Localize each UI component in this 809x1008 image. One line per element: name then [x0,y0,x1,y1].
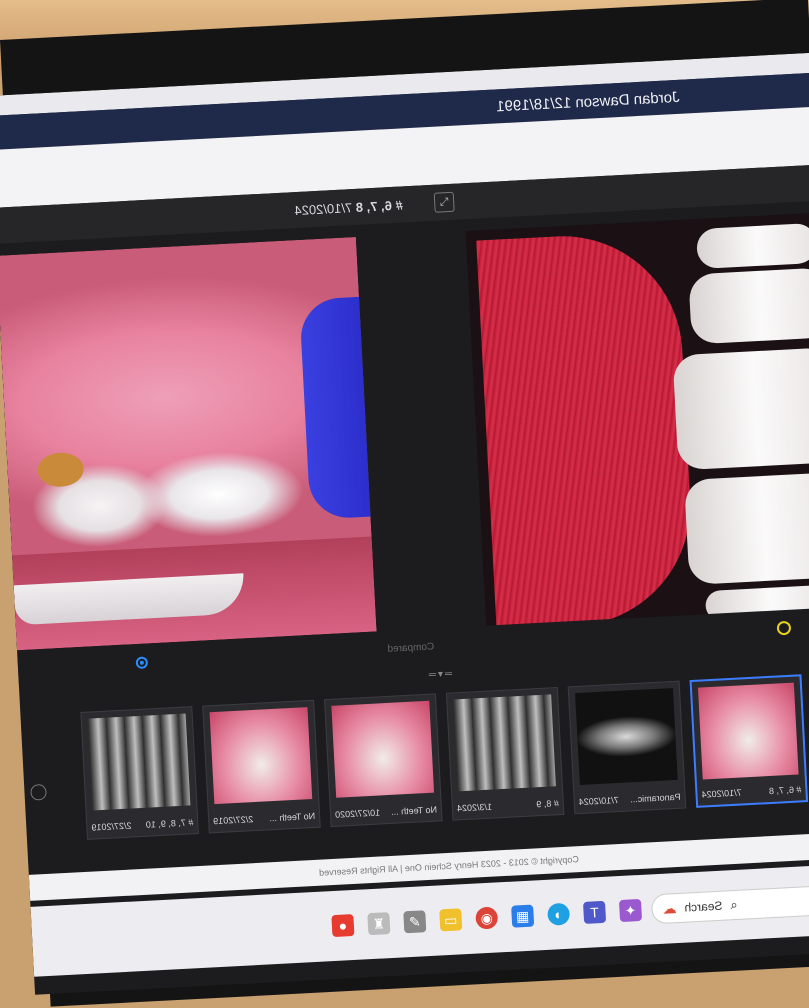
edge-icon[interactable]: ◐ [547,902,571,926]
thumbnail-strip: # 7, 8, 9, 10 2/27/2019 No Teeth ... 2/2… [80,671,809,852]
thumbnail[interactable]: # 7, 8, 9, 10 2/27/2019 [80,706,199,840]
copilot-icon[interactable]: ✦ [618,898,643,923]
thumbnail-label: No Teeth ... [390,804,438,817]
patient-name[interactable]: Jordan Dawson 12/18/1991 [495,88,679,115]
thumbnail-date: 7/10/2024 [578,794,620,808]
thumbnail-image [453,694,556,792]
retractor-tool [299,296,377,520]
taskbar-icons: ● ♜ ✎ ▭ ◉ ▦ ◐ T ✦ [331,898,643,938]
tooth [688,267,809,345]
calendar-icon[interactable]: ▦ [511,904,535,928]
compared-label: Compared [387,641,435,655]
compare-teeth: # 6, 7, 8 [355,196,404,215]
search-highlight-icon: ☁ [662,899,677,917]
tooth [684,471,809,585]
taskbar-search[interactable]: ☁ Search ⌕ [650,884,809,925]
thumbnail-date: 2/27/2019 [213,814,254,827]
compare-date: 7/10/2024 [294,199,353,218]
thumbnail[interactable]: # 8, 9 1/3/2024 [445,686,565,821]
thumbnail-label: # 6, 7, 8 [768,784,802,797]
thumbnail-image [575,687,678,785]
copyright-text: Copyright © 2013 - 2023 Henry Schein One… [318,854,580,878]
pen-icon[interactable]: ✎ [403,910,427,934]
settings-icon[interactable] [30,783,47,801]
thumbnail-image [209,707,313,805]
thumbnail[interactable]: No Teeth ... 2/27/2019 [202,699,321,834]
thumbnail-date: 7/10/2024 [701,787,742,800]
thumbnail-label: # 8, 9 [536,798,560,810]
image-viewer-right[interactable] [465,211,809,626]
expand-icon[interactable]: ⤢ [433,191,455,213]
thumbnail[interactable]: No Teeth ... 10/27/2020 [324,693,443,828]
search-icon: ⌕ [729,896,739,913]
folder-icon[interactable]: ▭ [439,908,463,932]
app-icon-red[interactable]: ● [331,914,355,938]
thumbnail-label: Panoramic... [629,791,681,805]
compare-title: # 6, 7, 8 7/10/2024 [294,197,403,218]
tooth [672,347,809,471]
thumbnail-date: 1/3/2024 [456,801,493,814]
thumbnail[interactable]: Panoramic... 7/10/2024 [567,680,687,815]
thumbnail-image [87,713,191,811]
tooth [695,222,809,270]
thumbnail-label: No Teeth ... [269,810,316,824]
teams-icon[interactable]: T [582,900,607,924]
thumbnail-label: # 7, 8, 9, 10 [145,817,194,830]
thumbnail-selected[interactable]: # 6, 7, 8 7/10/2024 [689,674,809,808]
tooth-app-icon[interactable]: ♜ [367,912,391,936]
search-input[interactable]: Search [684,899,723,915]
thumbnail-date: 10/27/2020 [334,807,381,820]
thumbnail-date: 2/27/2019 [91,820,132,833]
chrome-icon[interactable]: ◉ [475,906,499,930]
panel-resize-grip[interactable]: ═▾═ [429,668,455,680]
image-viewer-left[interactable] [0,236,377,651]
right-image-indicator[interactable] [776,620,792,636]
left-image-indicator[interactable] [135,656,149,670]
screen: Jordan Dawson 12/18/1991 # 6, 7, 8 7/10/… [0,52,809,995]
thumbnail-image [331,700,435,798]
thumbnail-image [697,682,799,780]
